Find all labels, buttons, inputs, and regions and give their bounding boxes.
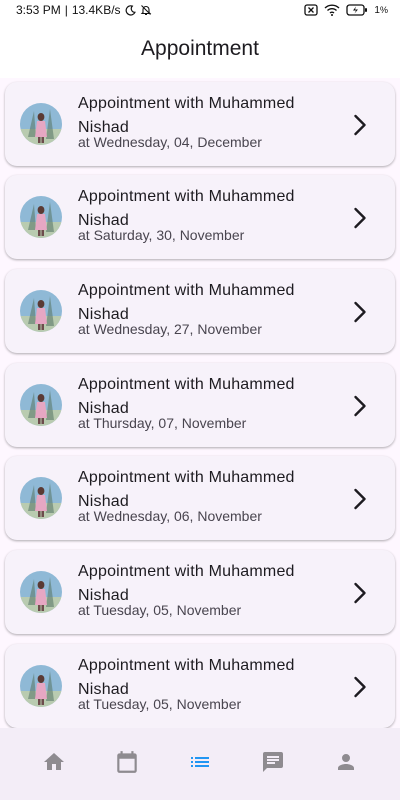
- appointment-card[interactable]: Appointment with Muhammed Nishad at Tues…: [5, 550, 395, 634]
- appointment-title: Appointment with Muhammed Nishad: [78, 657, 295, 698]
- app-header: Appointment: [0, 20, 400, 78]
- appointment-date: at Saturday, 30, November: [78, 227, 245, 243]
- nav-profile[interactable]: [326, 744, 366, 784]
- avatar: [20, 196, 62, 238]
- appointment-card[interactable]: Appointment with Muhammed Nishad at Thur…: [5, 363, 395, 447]
- appointment-title: Appointment with Muhammed Nishad: [78, 376, 295, 417]
- calendar-icon: [114, 749, 140, 780]
- moon-icon: [125, 4, 136, 16]
- nav-home[interactable]: [34, 744, 74, 784]
- appointment-date: at Wednesday, 06, November: [78, 508, 262, 524]
- avatar: [20, 665, 62, 707]
- person-icon: [334, 750, 358, 779]
- status-bar: 3:53 PM | 13.4KB/s 1%: [0, 0, 400, 20]
- avatar: [20, 103, 62, 145]
- chevron-right-icon[interactable]: [353, 488, 367, 510]
- avatar: [20, 384, 62, 426]
- home-icon: [42, 750, 66, 779]
- appointment-title: Appointment with Muhammed Nishad: [78, 188, 295, 229]
- status-left: 3:53 PM | 13.4KB/s: [16, 3, 152, 17]
- status-speed: 13.4KB/s: [71, 3, 121, 17]
- avatar: [20, 290, 62, 332]
- status-time: 3:53 PM: [16, 3, 61, 17]
- appointment-date: at Tuesday, 05, November: [78, 696, 242, 712]
- appointment-card[interactable]: Appointment with Muhammed Nishad at Wedn…: [5, 269, 395, 353]
- list-icon: [188, 750, 212, 779]
- battery-charging-icon: [346, 4, 368, 16]
- status-divider: |: [64, 3, 68, 17]
- appointment-card[interactable]: Appointment with Muhammed Nishad at Satu…: [5, 175, 395, 259]
- appointment-title: Appointment with Muhammed Nishad: [78, 563, 295, 604]
- nav-list[interactable]: [180, 744, 220, 784]
- chevron-right-icon[interactable]: [353, 207, 367, 229]
- bell-off-icon: [140, 4, 152, 16]
- chevron-right-icon[interactable]: [353, 114, 367, 136]
- page-title: Appointment: [141, 37, 259, 60]
- sim-off-icon: [304, 4, 319, 16]
- bottom-navigation: [0, 728, 400, 800]
- appointment-date: at Wednesday, 04, December: [78, 134, 262, 150]
- appointment-title: Appointment with Muhammed Nishad: [78, 95, 295, 136]
- wifi-icon: [324, 4, 340, 16]
- appointment-card[interactable]: Appointment with Muhammed Nishad at Wedn…: [5, 82, 395, 166]
- appointment-card[interactable]: Appointment with Muhammed Nishad at Tues…: [5, 644, 395, 728]
- appointment-date: at Wednesday, 27, November: [78, 321, 262, 337]
- chevron-right-icon[interactable]: [353, 676, 367, 698]
- appointment-title: Appointment with Muhammed Nishad: [78, 282, 295, 323]
- appointment-date: at Thursday, 07, November: [78, 415, 247, 431]
- status-right: 1%: [304, 4, 388, 16]
- avatar: [20, 571, 62, 613]
- chevron-right-icon[interactable]: [353, 582, 367, 604]
- appointment-date: at Tuesday, 05, November: [78, 602, 242, 618]
- appointment-title: Appointment with Muhammed Nishad: [78, 469, 295, 510]
- avatar: [20, 477, 62, 519]
- chevron-right-icon[interactable]: [353, 395, 367, 417]
- nav-calendar[interactable]: [107, 744, 147, 784]
- battery-level: 1%: [374, 5, 388, 16]
- appointment-list[interactable]: Appointment with Muhammed Nishad at Wedn…: [0, 78, 400, 728]
- nav-messages[interactable]: [253, 744, 293, 784]
- appointment-card[interactable]: Appointment with Muhammed Nishad at Wedn…: [5, 456, 395, 540]
- chevron-right-icon[interactable]: [353, 301, 367, 323]
- chat-icon: [261, 750, 285, 779]
- battery-unit: %: [379, 4, 388, 15]
